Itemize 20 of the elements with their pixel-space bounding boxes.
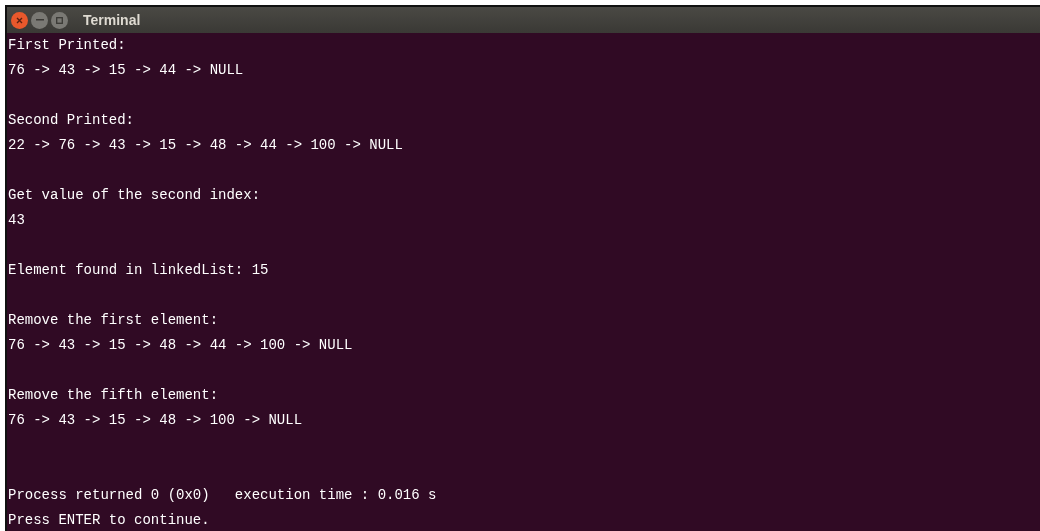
terminal-line: Press ENTER to continue. [8, 511, 210, 530]
maximize-icon [56, 16, 63, 24]
terminal-line: 22 -> 76 -> 43 -> 15 -> 48 -> 44 -> 100 -> NULL [8, 136, 403, 155]
terminal-line: Get value of the second index: [8, 186, 261, 205]
minimize-button[interactable] [31, 11, 48, 29]
terminal-line: 76 -> 43 -> 15 -> 48 -> 100 -> NULL [8, 411, 303, 430]
close-button[interactable] [11, 11, 28, 29]
minimize-icon [35, 19, 44, 21]
terminal-line: 76 -> 43 -> 15 -> 44 -> NULL [8, 61, 244, 80]
terminal-line: Second Printed: [8, 111, 135, 130]
maximize-button[interactable] [51, 11, 68, 29]
terminal-line: First Printed: [8, 36, 126, 55]
window-title: Terminal [83, 10, 141, 30]
terminal-line: Element found in linkedList: 15 [8, 261, 269, 280]
terminal-line: Process returned 0 (0x0) execution time : 0.016 s [8, 486, 437, 505]
terminal-line: Remove the first element: [8, 311, 219, 330]
terminal-line: 43 [8, 211, 25, 230]
terminal-line: 76 -> 43 -> 15 -> 48 -> 44 -> 100 -> NULL [8, 336, 353, 355]
terminal-line: Remove the fifth element: [8, 386, 219, 405]
close-icon [16, 16, 23, 24]
